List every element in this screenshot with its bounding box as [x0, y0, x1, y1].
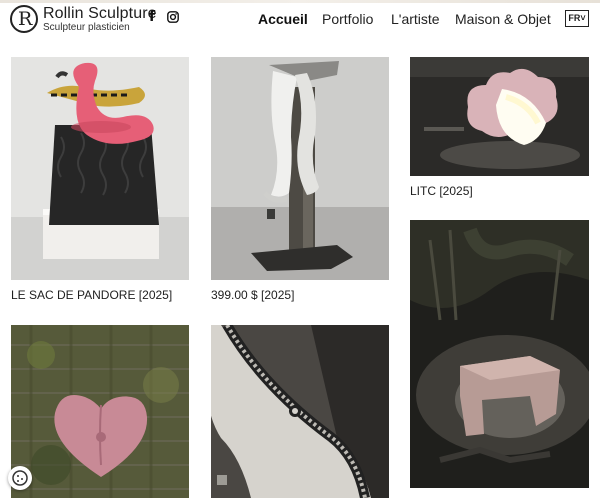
sculpture-image-heart-cushion	[11, 325, 189, 498]
cookie-glyph	[12, 470, 28, 486]
caption-litc[interactable]: LITC [2025]	[410, 184, 473, 198]
language-selector[interactable]: FR˅	[565, 10, 589, 27]
logo[interactable]: R	[10, 5, 38, 33]
nav-maison-objet[interactable]: Maison & Objet	[455, 11, 551, 27]
caption-sac-de-pandore[interactable]: LE SAC DE PANDORE [2025]	[11, 288, 172, 302]
sculpture-image-sac-de-pandore	[11, 57, 189, 280]
logo-letter: R	[18, 8, 33, 30]
gallery-card-399[interactable]	[211, 57, 389, 280]
nav-artiste[interactable]: L'artiste	[391, 11, 440, 27]
brand-subtitle: Sculpteur plasticien	[43, 22, 130, 33]
gallery-card-zipper[interactable]	[211, 325, 389, 498]
cookie-icon[interactable]	[8, 466, 32, 490]
instagram-icon[interactable]	[167, 11, 179, 23]
sculpture-image-legs-on-pillar	[211, 57, 389, 280]
nav-portfolio[interactable]: Portfolio	[322, 11, 373, 27]
language-label: FR	[568, 13, 581, 23]
site-header: R Rollin Sculpture Sculpteur plasticien …	[0, 3, 600, 36]
gallery-card-litc[interactable]	[410, 57, 589, 176]
sculpture-image-zipper	[211, 325, 389, 498]
gallery-card-heart-cushion[interactable]	[11, 325, 189, 498]
chevron-down-icon: ˅	[580, 13, 586, 23]
facebook-icon[interactable]: f	[149, 9, 159, 25]
caption-399[interactable]: 399.00 $ [2025]	[211, 288, 294, 302]
sculpture-image-stone-bench	[410, 220, 589, 488]
sculpture-image-cloud-lamp	[410, 57, 589, 176]
gallery-card-stone-bench[interactable]	[410, 220, 589, 488]
nav-accueil[interactable]: Accueil	[258, 11, 308, 27]
gallery-card-sac-de-pandore[interactable]	[11, 57, 189, 280]
brand-name[interactable]: Rollin Sculpture	[43, 5, 157, 22]
